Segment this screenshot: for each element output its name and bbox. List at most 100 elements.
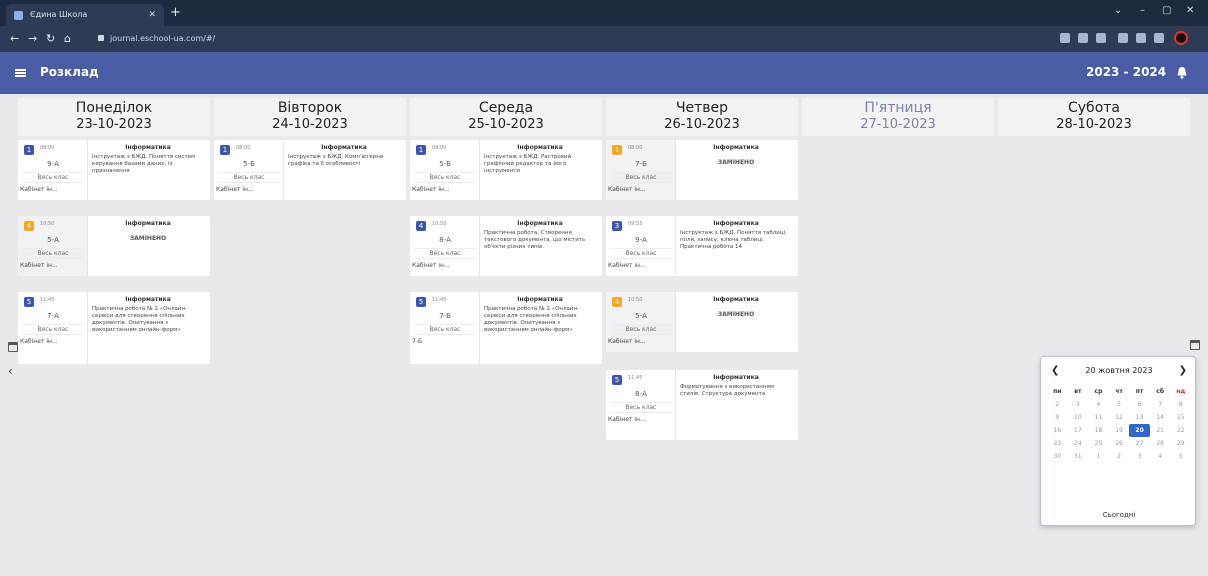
lesson-class: 7-А — [47, 312, 59, 320]
today-button[interactable]: Сьогодні — [1041, 511, 1197, 519]
lesson-card[interactable]: 5 11:45 8-А Весь клас Кабінет ін... Інфо… — [606, 370, 798, 440]
close-window-icon[interactable]: ✕ — [1186, 5, 1194, 16]
reload-icon[interactable]: ↻ — [46, 32, 55, 45]
day-name: Субота — [1068, 100, 1120, 116]
browser-tab[interactable]: Єдина Школа ✕ — [6, 4, 164, 26]
week-row: 23 24 25 26 27 28 29 — [1047, 437, 1191, 450]
media-icon[interactable] — [1136, 33, 1146, 43]
day-cell[interactable]: 4 — [1150, 450, 1171, 463]
forward-icon[interactable]: → — [28, 32, 37, 45]
day-cell[interactable]: 14 — [1150, 411, 1171, 424]
day-cell[interactable]: 29 — [1170, 437, 1191, 450]
day-cell[interactable]: 27 — [1129, 437, 1150, 450]
day-cell[interactable]: 3 — [1068, 398, 1089, 411]
share-icon[interactable] — [1078, 33, 1088, 43]
lesson-class: 5-Б — [439, 160, 451, 168]
day-cell[interactable]: 4 — [1088, 398, 1109, 411]
day-cell[interactable]: 19 — [1109, 424, 1130, 437]
lesson-time: 11:45 — [432, 297, 447, 303]
profile-avatar[interactable] — [1174, 31, 1188, 45]
day-cell[interactable]: 18 — [1088, 424, 1109, 437]
star-icon[interactable] — [1096, 33, 1106, 43]
day-cell[interactable]: 3 — [1129, 450, 1150, 463]
lesson-number: 5 — [416, 297, 426, 307]
day-cell[interactable]: 7 — [1150, 398, 1171, 411]
bell-icon[interactable] — [1176, 66, 1188, 79]
day-date: 23-10-2023 — [76, 117, 152, 132]
day-header-tuesday: Вівторок 24-10-2023 — [214, 98, 406, 136]
home-icon[interactable]: ⌂ — [64, 32, 71, 45]
day-date: 26-10-2023 — [664, 117, 740, 132]
lesson-card[interactable]: 5 11:45 7-А Весь клас Кабінет ін... Інфо… — [18, 292, 210, 364]
extension-icon[interactable] — [1060, 33, 1070, 43]
day-cell[interactable]: 26 — [1109, 437, 1130, 450]
chevron-down-icon[interactable]: ⌄ — [1114, 5, 1122, 16]
lesson-card[interactable]: 4 10:50 8-А Весь клас Кабінет ін... Інфо… — [410, 216, 602, 276]
new-tab-icon[interactable]: + — [170, 4, 181, 22]
lesson-class: 5-А — [635, 312, 647, 320]
day-cell[interactable]: 23 — [1047, 437, 1068, 450]
lesson-card[interactable]: 5 11:45 7-Б Весь клас 7-Б Інформатика Пр… — [410, 292, 602, 364]
calendar-icon[interactable] — [1190, 340, 1200, 350]
lesson-card[interactable]: 1 08:00 9-А Весь клас Кабінет ін... Інфо… — [18, 140, 210, 200]
day-cell[interactable]: 12 — [1109, 411, 1130, 424]
back-icon[interactable]: ← — [10, 32, 19, 45]
weekday-label: пн — [1053, 388, 1062, 395]
picker-title[interactable]: 20 жовтня 2023 — [1041, 366, 1197, 375]
week-row: 16 17 18 19 20 21 22 — [1047, 424, 1191, 437]
day-header-monday: Понеділок 23-10-2023 — [18, 98, 210, 136]
day-cell[interactable]: 9 — [1047, 411, 1068, 424]
week-row: 9 10 11 12 13 14 15 — [1047, 411, 1191, 424]
lesson-card[interactable]: 4 10:50 5-А Весь клас Кабінет ін... Інфо… — [606, 292, 798, 352]
day-cell[interactable]: 2 — [1047, 398, 1068, 411]
next-month-icon[interactable]: ❯ — [1179, 365, 1187, 376]
lesson-class: 9-А — [635, 236, 647, 244]
day-cell[interactable]: 10 — [1068, 411, 1089, 424]
lesson-class: 5-Б — [243, 160, 255, 168]
day-cell-selected[interactable]: 20 — [1129, 424, 1150, 437]
day-cell[interactable]: 5 — [1109, 398, 1130, 411]
lesson-number: 4 — [416, 221, 426, 231]
lesson-card[interactable]: 1 08:00 7-Б Весь клас Кабінет ін... Інфо… — [606, 140, 798, 200]
day-cell[interactable]: 31 — [1068, 450, 1089, 463]
lesson-group: Весь клас — [414, 172, 476, 183]
lesson-card[interactable]: 1 08:00 5-Б Весь клас Кабінет ін... Інфо… — [214, 140, 406, 200]
lesson-subject: Інформатика — [125, 220, 171, 227]
day-cell[interactable]: 6 — [1129, 398, 1150, 411]
day-cell[interactable]: 30 — [1047, 450, 1068, 463]
day-cell[interactable]: 5 — [1170, 450, 1191, 463]
lesson-number: 1 — [612, 145, 622, 155]
year-selector[interactable]: 2023 - 2024 — [1086, 65, 1166, 79]
lesson-card[interactable]: 4 10:50 5-А Весь клас Кабінет ін... Інфо… — [18, 216, 210, 276]
day-date: 25-10-2023 — [468, 117, 544, 132]
day-cell[interactable]: 11 — [1088, 411, 1109, 424]
chevron-left-icon[interactable]: ‹ — [8, 364, 13, 378]
close-tab-icon[interactable]: ✕ — [148, 4, 156, 26]
day-cell[interactable]: 16 — [1047, 424, 1068, 437]
maximize-icon[interactable]: ▢ — [1162, 5, 1171, 16]
puzzle-icon[interactable] — [1118, 33, 1128, 43]
lesson-card[interactable]: 1 08:00 5-Б Весь клас Кабінет ін... Інфо… — [410, 140, 602, 200]
menu-icon[interactable] — [15, 69, 26, 77]
lesson-room: Кабінет ін... — [20, 262, 58, 269]
day-cell[interactable]: 13 — [1129, 411, 1150, 424]
day-cell[interactable]: 17 — [1068, 424, 1089, 437]
lesson-topic: Інструктаж з БЖД. Растровий графічний ре… — [484, 154, 572, 174]
lesson-replaced-label: ЗАМІНЕНО — [129, 235, 167, 242]
sidepanel-icon[interactable] — [1154, 33, 1164, 43]
lesson-room: Кабінет ін... — [608, 186, 646, 193]
url-text: journal.eschool-ua.com/#/ — [110, 34, 216, 43]
day-cell[interactable]: 25 — [1088, 437, 1109, 450]
day-cell[interactable]: 15 — [1170, 411, 1191, 424]
day-cell[interactable]: 1 — [1088, 450, 1109, 463]
day-cell[interactable]: 22 — [1170, 424, 1191, 437]
day-cell[interactable]: 21 — [1150, 424, 1171, 437]
day-cell[interactable]: 24 — [1068, 437, 1089, 450]
calendar-icon[interactable] — [8, 342, 18, 352]
day-cell[interactable]: 2 — [1109, 450, 1130, 463]
lesson-card[interactable]: 3 09:55 9-А Весь клас Кабінет ін... Інфо… — [606, 216, 798, 276]
day-cell[interactable]: 8 — [1170, 398, 1191, 411]
address-bar[interactable]: journal.eschool-ua.com/#/ — [88, 31, 1048, 47]
day-cell[interactable]: 28 — [1150, 437, 1171, 450]
minimize-icon[interactable]: – — [1140, 5, 1145, 16]
